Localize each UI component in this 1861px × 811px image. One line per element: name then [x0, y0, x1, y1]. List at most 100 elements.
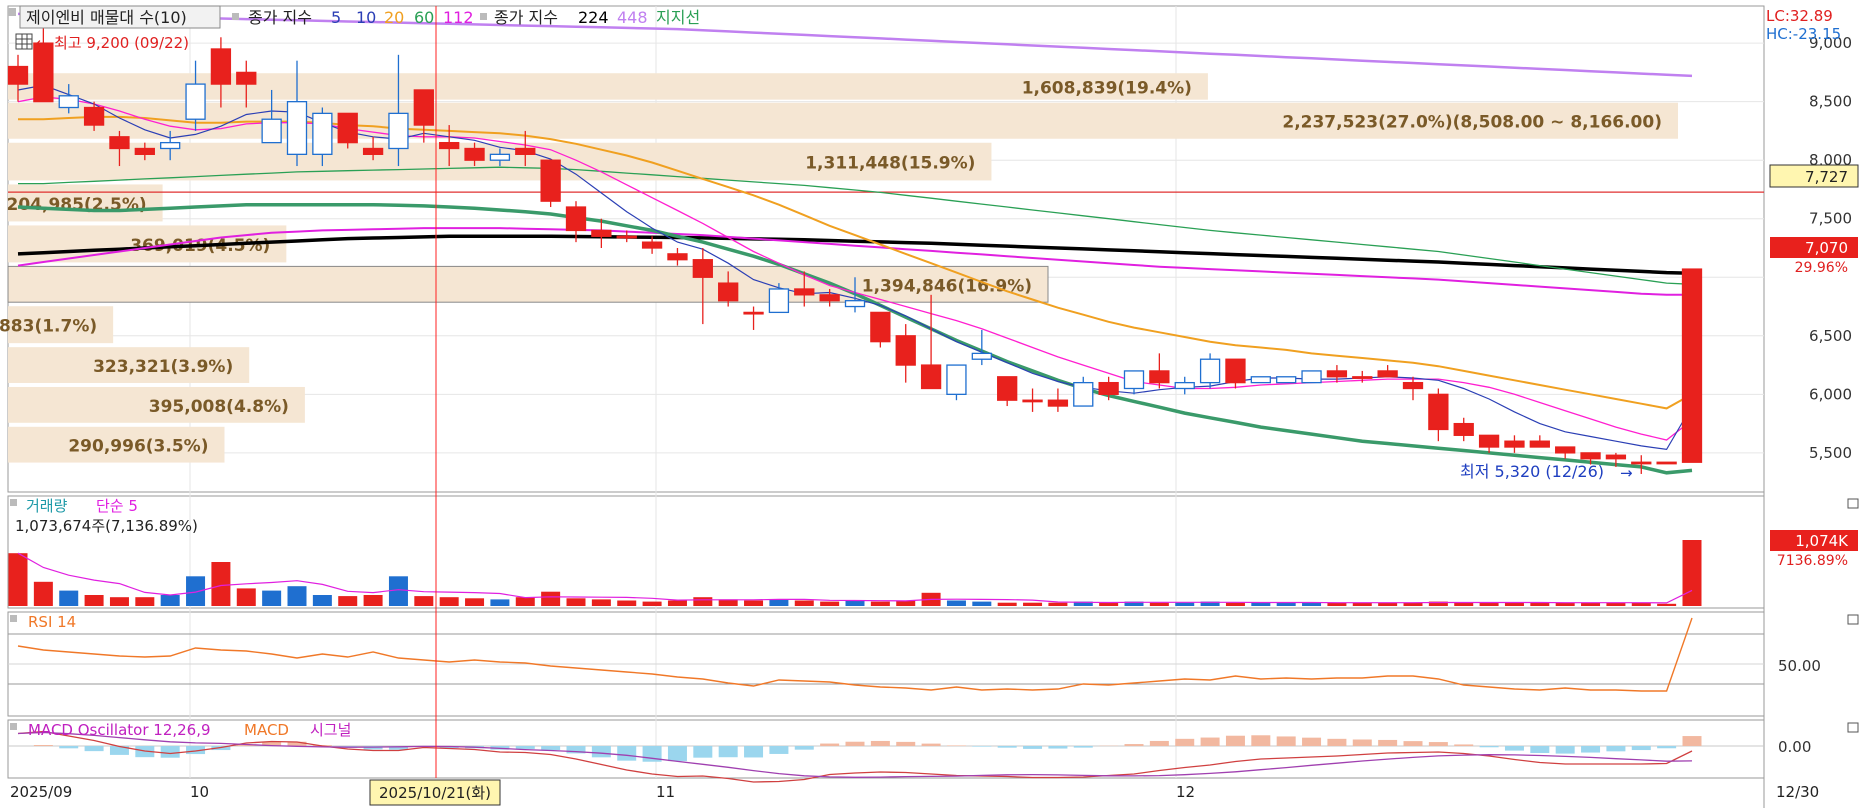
date-label-nov: 11 — [656, 783, 675, 801]
line-price-text: 7,727 — [1805, 168, 1848, 186]
volume-bar — [617, 600, 637, 606]
candle-body — [83, 106, 105, 126]
volume-bar — [59, 590, 79, 606]
candle-body — [1631, 461, 1652, 465]
legend-ma-prefix: 종가 지수 — [248, 8, 312, 27]
close-icon[interactable] — [1847, 614, 1859, 625]
volume-bar — [211, 562, 231, 606]
macd-histogram-bar — [1327, 738, 1347, 746]
macd-histogram-bar — [1200, 737, 1220, 746]
legend-ma224: 224 — [578, 8, 609, 27]
candle-body — [134, 147, 155, 155]
candle-body — [1377, 370, 1398, 378]
macd-histogram-bar — [1657, 746, 1677, 749]
candle-body — [1605, 454, 1627, 460]
lc-readout: LC:32.89 — [1766, 7, 1833, 25]
macd-histogram-bar — [845, 741, 865, 746]
volume-bar — [667, 600, 687, 606]
macd-histogram-bar — [794, 746, 814, 750]
volume-bar — [515, 597, 535, 606]
table-icon[interactable] — [15, 33, 33, 50]
macd-histogram-bar — [1302, 737, 1322, 746]
macd-histogram-bar — [1175, 738, 1195, 746]
volume-title: 거래량 — [26, 497, 68, 515]
volume-profile-label: 1,311,448(15.9%) — [805, 154, 975, 174]
macd-panel-icon — [10, 723, 17, 730]
candle-body — [616, 235, 637, 239]
candle-body — [413, 89, 434, 126]
candle-body — [1022, 399, 1043, 403]
macd-histogram-bar — [1378, 739, 1398, 746]
candle-body — [870, 311, 891, 343]
candle-body — [946, 364, 967, 395]
volume-bar — [414, 596, 434, 606]
volume-bar — [820, 601, 840, 606]
macd-histogram-bar — [160, 746, 180, 758]
date-label-end: 12/30 — [1776, 783, 1819, 801]
macd-histogram-bar — [896, 741, 916, 746]
macd-histogram-bar — [1504, 746, 1524, 751]
candle-body — [58, 95, 79, 109]
volume-profile-label: 136,883(1.7%) — [0, 317, 97, 337]
macd-histogram-bar — [1479, 746, 1499, 748]
legend-ma20: 20 — [384, 8, 404, 27]
candle-body — [1681, 268, 1703, 463]
volume-bar — [1504, 602, 1524, 606]
candle-body — [1047, 399, 1069, 407]
volume-bar — [135, 597, 155, 606]
volume-bar — [338, 596, 358, 606]
rsi-title: RSI 14 — [28, 613, 76, 631]
change-text: 29.96% — [1795, 260, 1848, 276]
candle-body — [388, 112, 409, 150]
volume-bar — [1099, 602, 1119, 606]
volume-bar — [1530, 602, 1550, 606]
macd-histogram-bar — [744, 746, 764, 758]
macd-histogram-bar — [946, 745, 966, 746]
volume-bar — [388, 576, 408, 606]
candle-body — [489, 153, 511, 161]
volume-bar — [972, 601, 992, 606]
close-icon[interactable] — [1847, 498, 1859, 509]
volume-bar — [160, 595, 180, 606]
legend-ma10: 10 — [356, 8, 376, 27]
close-icon[interactable] — [1847, 722, 1859, 733]
legend-ma5: 5 — [331, 8, 341, 27]
volume-profile-label: 2,237,523(27.0%)(8,508.00 ~ 8,166.00) — [1282, 113, 1662, 133]
volume-bar — [1682, 540, 1702, 606]
candle-body — [971, 352, 992, 360]
candle-body — [1174, 381, 1195, 390]
volume-bar — [744, 600, 764, 606]
macd-histogram-bar — [1682, 736, 1702, 746]
candle-body — [692, 259, 713, 278]
macd-histogram-bar — [515, 746, 535, 749]
volume-bar — [1657, 603, 1677, 606]
legend-ma-icon — [232, 13, 239, 20]
legend-title: 제이엔비 매물대 수(10) — [26, 8, 187, 27]
volume-bar — [1023, 602, 1043, 606]
candle-body — [286, 101, 308, 155]
volume-profile-label: 290,996(3.5%) — [68, 437, 208, 457]
volume-bar — [262, 590, 282, 606]
candle-body — [1478, 434, 1500, 448]
candle-body — [997, 376, 1018, 401]
macd-histogram-bar — [1149, 740, 1169, 746]
candle-body — [1225, 358, 1246, 384]
candle-body — [210, 48, 232, 85]
stock-chart[interactable]: 1,608,839(19.4%) 2,237,523(27.0%)(8,508.0… — [0, 0, 1861, 811]
volume-bar — [1048, 602, 1068, 606]
candle-body — [641, 241, 663, 249]
volume-bar — [465, 598, 485, 606]
candle-body — [1529, 440, 1550, 448]
volume-bar — [1149, 602, 1169, 606]
candle-body — [565, 206, 587, 232]
candle-body — [185, 83, 206, 120]
macd-histogram-bar — [1225, 735, 1245, 746]
volume-bar — [312, 595, 332, 606]
candle-body — [1428, 393, 1449, 431]
legend-support: 지지선 — [656, 8, 700, 27]
macd-histogram-bar — [769, 746, 789, 754]
candle-body — [844, 300, 866, 308]
candle-body — [1555, 446, 1576, 454]
legend-box-icon — [8, 8, 16, 16]
high-marker: ← 최고 9,200 (09/22) — [15, 33, 189, 52]
